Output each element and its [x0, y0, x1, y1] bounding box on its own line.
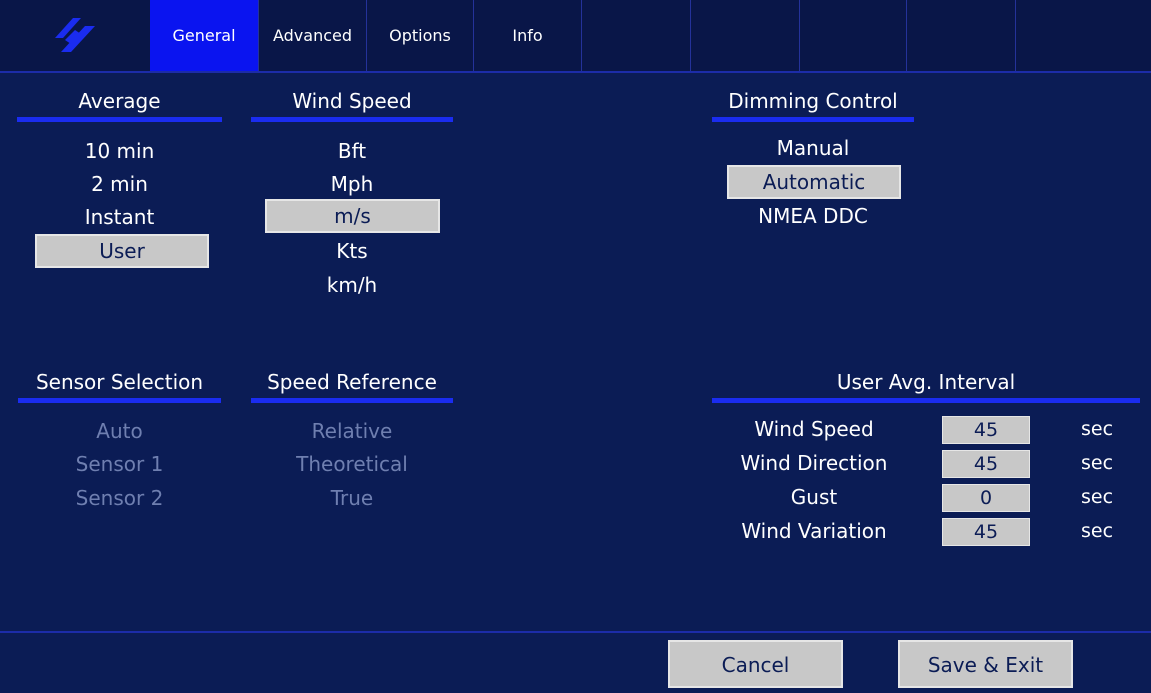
tab-info[interactable]: Info	[474, 0, 582, 71]
dimming-group: Dimming Control	[712, 88, 914, 122]
user-avg-unit: sec	[1081, 486, 1114, 508]
user-avg-label-gust: Gust	[790, 485, 838, 509]
wind-speed-underline	[251, 117, 453, 122]
sensor-option-sensor1: Sensor 1	[75, 452, 164, 476]
user-avg-wind-direction-field[interactable]: 45	[942, 450, 1030, 478]
user-avg-gust-field[interactable]: 0	[942, 484, 1030, 512]
wind-speed-option-kmh[interactable]: km/h	[251, 268, 453, 302]
user-avg-interval-group: User Avg. Interval	[712, 369, 1140, 403]
save-exit-button[interactable]: Save & Exit	[898, 640, 1073, 688]
tab-options[interactable]: Options	[367, 0, 474, 71]
tab-advanced[interactable]: Advanced	[259, 0, 367, 71]
speed-reference-group: Speed Reference	[241, 369, 463, 403]
average-option-instant[interactable]: Instant	[17, 200, 222, 234]
sensor-option-sensor2: Sensor 2	[75, 486, 164, 510]
user-avg-interval-title: User Avg. Interval	[836, 370, 1016, 394]
sensor-selection-group: Sensor Selection	[12, 369, 227, 403]
tab-empty	[800, 0, 907, 71]
average-underline	[17, 117, 222, 122]
tab-empty	[691, 0, 800, 71]
average-option-10min[interactable]: 10 min	[17, 134, 222, 168]
sensor-selection-title: Sensor Selection	[35, 370, 204, 394]
user-avg-unit: sec	[1081, 418, 1114, 440]
wind-speed-option-kts[interactable]: Kts	[251, 234, 453, 268]
top-tab-bar: General Advanced Options Info	[0, 0, 1151, 73]
speed-reference-underline	[251, 398, 453, 403]
wind-speed-option-bft[interactable]: Bft	[251, 134, 453, 168]
tab-empty	[907, 0, 1016, 71]
sensor-option-auto: Auto	[96, 419, 143, 443]
wind-speed-group: Wind Speed	[251, 88, 453, 122]
cancel-button[interactable]: Cancel	[668, 640, 843, 688]
dimming-title: Dimming Control	[728, 89, 898, 113]
user-avg-wind-speed-field[interactable]: 45	[942, 416, 1030, 444]
speed-reference-option-true: True	[330, 486, 374, 510]
dimming-underline	[712, 117, 914, 122]
speed-reference-option-relative: Relative	[311, 419, 393, 443]
dimming-option-nmea-ddc[interactable]: NMEA DDC	[712, 199, 914, 233]
tab-general[interactable]: General	[150, 0, 259, 71]
user-avg-label-wind-speed: Wind Speed	[754, 417, 874, 441]
dimming-option-automatic[interactable]: Automatic	[727, 165, 901, 199]
user-avg-label-wind-variation: Wind Variation	[741, 519, 887, 543]
user-avg-interval-underline	[712, 398, 1140, 403]
dimming-option-manual[interactable]: Manual	[712, 131, 914, 165]
wind-speed-option-ms[interactable]: m/s	[265, 199, 440, 233]
average-option-2min[interactable]: 2 min	[17, 167, 222, 201]
speed-reference-title: Speed Reference	[267, 370, 437, 394]
average-title: Average	[78, 89, 161, 113]
sensor-selection-underline	[18, 398, 221, 403]
brand-logo-icon	[0, 0, 150, 71]
user-avg-wind-variation-field[interactable]: 45	[942, 518, 1030, 546]
user-avg-unit: sec	[1081, 520, 1114, 542]
average-group: Average	[17, 88, 222, 122]
wind-speed-title: Wind Speed	[292, 89, 412, 113]
wind-speed-option-mph[interactable]: Mph	[251, 167, 453, 201]
speed-reference-option-theoretical: Theoretical	[296, 452, 408, 476]
average-option-user[interactable]: User	[35, 234, 209, 268]
tab-empty	[582, 0, 691, 71]
user-avg-unit: sec	[1081, 452, 1114, 474]
user-avg-label-wind-direction: Wind Direction	[740, 451, 888, 475]
